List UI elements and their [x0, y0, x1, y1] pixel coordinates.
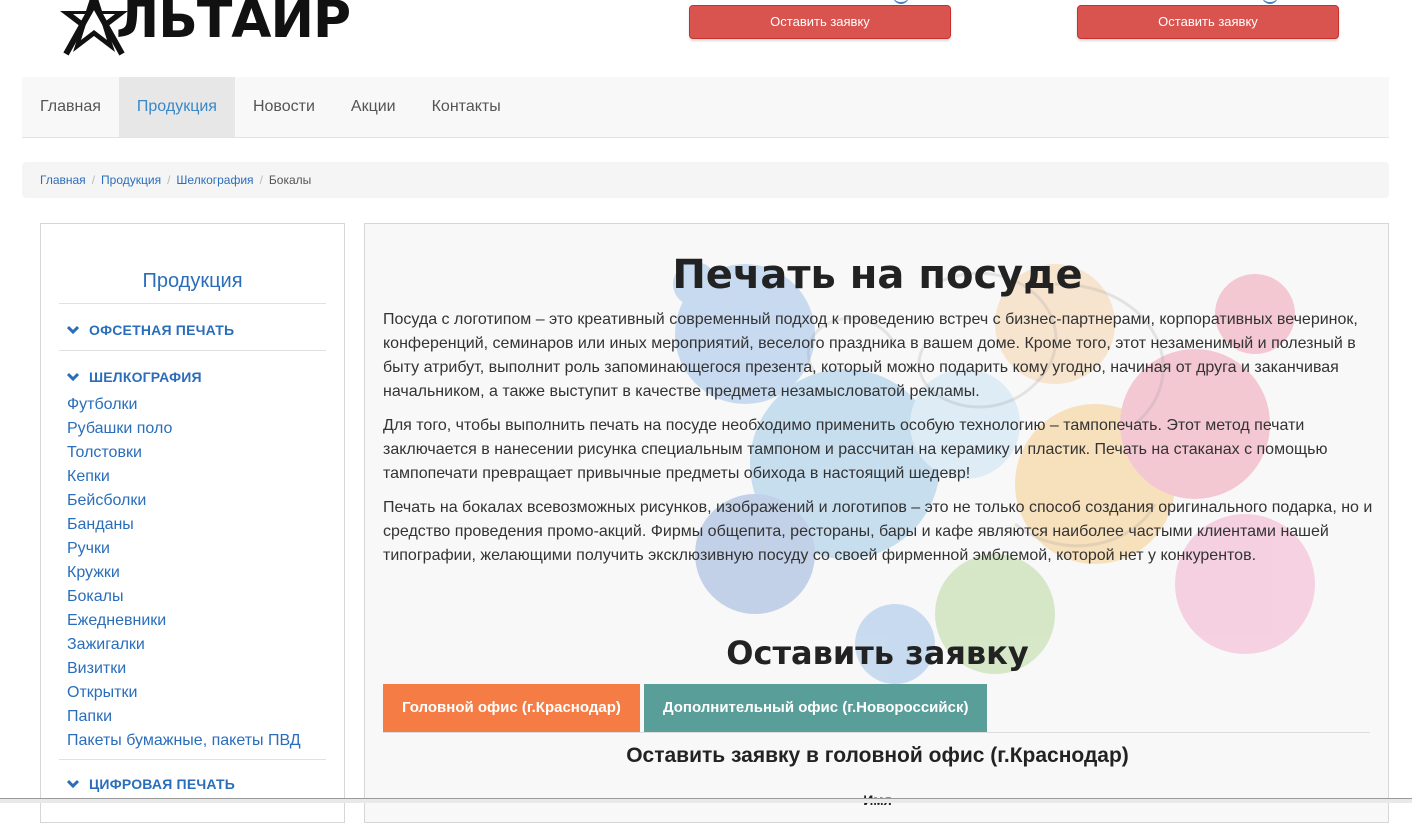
- nav-item-contacts[interactable]: Контакты: [414, 77, 519, 137]
- sidebar-subcategory-list: Футболки Рубашки поло Толстовки Кепки Бе…: [41, 393, 344, 753]
- breadcrumb-silkscreen[interactable]: Шелкография: [176, 173, 253, 187]
- contact-icon: [1262, 0, 1278, 4]
- breadcrumb: Главная / Продукция / Шелкография / Бока…: [22, 162, 1389, 198]
- breadcrumb-separator: /: [91, 173, 96, 187]
- sidebar-item-bandanas[interactable]: Банданы: [67, 513, 344, 537]
- contact-icon: [893, 0, 909, 4]
- page-title: Печать на посуде: [672, 252, 1083, 298]
- breadcrumb-products[interactable]: Продукция: [101, 173, 161, 187]
- article-text: Посуда с логотипом – это креативный совр…: [383, 308, 1373, 578]
- article-paragraph: Для того, чтобы выполнить печать на посу…: [383, 417, 1328, 482]
- site-header: ЛЬТАИР Оставить заявку Оставить заявку: [0, 0, 1412, 76]
- nav-item-products[interactable]: Продукция: [118, 77, 235, 137]
- form-title: Оставить заявку в головной офис (г.Красн…: [626, 744, 1129, 767]
- sidebar-item-glasses[interactable]: Бокалы: [67, 585, 344, 609]
- sidebar-item-hoodies[interactable]: Толстовки: [67, 441, 344, 465]
- breadcrumb-home[interactable]: Главная: [40, 173, 86, 187]
- sidebar-category-offset[interactable]: ОФСЕТНАЯ ПЕЧАТЬ: [41, 304, 344, 338]
- sidebar-item-mugs[interactable]: Кружки: [67, 561, 344, 585]
- sidebar-item-postcards[interactable]: Открытки: [67, 681, 344, 705]
- office-tabs: Головной офис (г.Краснодар) Дополнительн…: [383, 684, 1370, 733]
- sidebar-category-label: ЦИФРОВАЯ ПЕЧАТЬ: [89, 776, 236, 792]
- request-button-krasnodar[interactable]: Оставить заявку: [689, 5, 951, 39]
- chevron-down-icon: [67, 372, 79, 382]
- sidebar-category-label: ОФСЕТНАЯ ПЕЧАТЬ: [89, 322, 235, 338]
- request-button-novorossiysk[interactable]: Оставить заявку: [1077, 5, 1339, 39]
- product-sidebar: Продукция ОФСЕТНАЯ ПЕЧАТЬ ШЕЛКОГРАФИЯ Фу…: [40, 223, 345, 823]
- sidebar-item-diaries[interactable]: Ежедневники: [67, 609, 344, 633]
- sidebar-item-pens[interactable]: Ручки: [67, 537, 344, 561]
- tab-branch-office[interactable]: Дополнительный офис (г.Новороссийск): [643, 684, 988, 732]
- nav-item-news[interactable]: Новости: [235, 77, 333, 137]
- sidebar-item-polo[interactable]: Рубашки поло: [67, 417, 344, 441]
- breadcrumb-current: Бокалы: [268, 173, 312, 187]
- main-content: Печать на посуде Посуда с логотипом – эт…: [364, 223, 1389, 823]
- sidebar-item-baseball-caps[interactable]: Бейсболки: [67, 489, 344, 513]
- breadcrumb-separator: /: [167, 173, 171, 187]
- chevron-down-icon: [67, 325, 79, 335]
- sidebar-category-digital[interactable]: ЦИФРОВАЯ ПЕЧАТЬ: [41, 760, 344, 792]
- sidebar-item-bags[interactable]: Пакеты бумажные, пакеты ПВД: [67, 729, 344, 753]
- sidebar-category-label: ШЕЛКОГРАФИЯ: [89, 369, 202, 385]
- breadcrumb-separator: /: [259, 173, 263, 187]
- logo-text: ЛЬТАИР: [116, 0, 351, 50]
- request-section-title: Оставить заявку: [726, 634, 1029, 672]
- sidebar-item-caps[interactable]: Кепки: [67, 465, 344, 489]
- tab-head-office[interactable]: Головной офис (г.Краснодар): [383, 684, 640, 732]
- window-bottom-edge: [0, 798, 1412, 803]
- article-paragraph: Посуда с логотипом – это креативный совр…: [383, 311, 1358, 400]
- site-logo[interactable]: ЛЬТАИР: [58, 0, 351, 56]
- nav-item-promotions[interactable]: Акции: [333, 77, 414, 137]
- sidebar-category-silkscreen[interactable]: ШЕЛКОГРАФИЯ: [41, 351, 344, 385]
- main-nav: Главная Продукция Новости Акции Контакты: [22, 77, 1389, 138]
- nav-item-home[interactable]: Главная: [22, 77, 119, 137]
- sidebar-item-tshirts[interactable]: Футболки: [67, 393, 344, 417]
- sidebar-item-business-cards[interactable]: Визитки: [67, 657, 344, 681]
- chevron-down-icon: [67, 779, 79, 789]
- sidebar-item-folders[interactable]: Папки: [67, 705, 344, 729]
- sidebar-item-lighters[interactable]: Зажигалки: [67, 633, 344, 657]
- article-paragraph: Печать на бокалах всевозможных рисунков,…: [383, 499, 1373, 564]
- sidebar-title: Продукция: [142, 270, 243, 292]
